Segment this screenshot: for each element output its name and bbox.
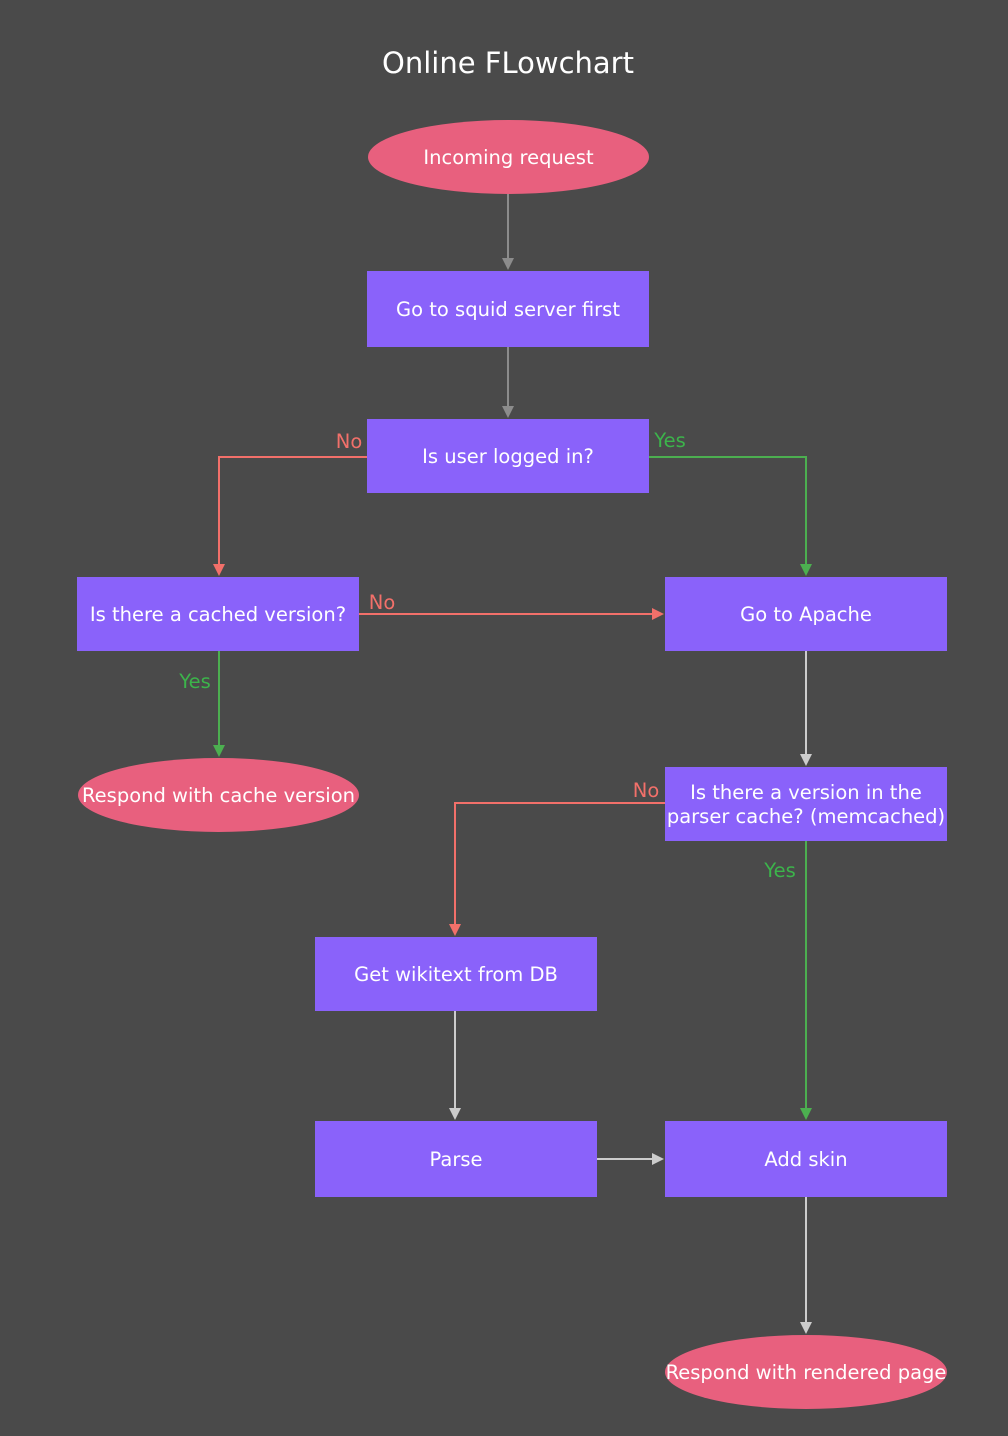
node-label: Get wikitext from DB — [354, 963, 558, 986]
edge-parser_cache-to-wikitext — [449, 802, 665, 936]
node-label: Respond with rendered page — [666, 1361, 947, 1384]
node-label: Is there a cached version? — [90, 603, 346, 626]
node-label: Respond with cache version — [82, 784, 355, 807]
process-shape — [665, 767, 947, 841]
edge-wikitext-to-parse — [449, 1011, 461, 1120]
arrowhead-icon — [449, 924, 461, 936]
edge-logged-to-cached — [213, 456, 367, 576]
node-parser-cache[interactable]: Is there a version in theparser cache? (… — [665, 767, 947, 841]
arrowhead-icon — [449, 1108, 461, 1120]
arrowhead-icon — [652, 608, 664, 620]
arrowhead-icon — [213, 745, 225, 757]
node-skin[interactable]: Add skin — [665, 1121, 947, 1197]
node-label: Is user logged in? — [422, 445, 594, 468]
flowchart-canvas: Online FLowchart Incoming request Go to s… — [77, 46, 947, 1409]
edge-cached-to-respond_cache — [213, 651, 225, 757]
node-label: Go to Apache — [740, 603, 872, 626]
node-label: Incoming request — [423, 146, 594, 169]
edge-logged-to-apache — [649, 456, 812, 576]
node-wikitext[interactable]: Get wikitext from DB — [315, 937, 597, 1011]
node-label: Go to squid server first — [396, 298, 620, 321]
connector-line — [649, 456, 807, 564]
arrowhead-icon — [800, 564, 812, 576]
edge-label-yes: Yes — [653, 429, 685, 452]
node-label: Is there a version in the — [690, 781, 922, 804]
edge-label-no: No — [336, 430, 363, 453]
edge-label-no: No — [369, 591, 396, 614]
edge-incoming-to-squid — [502, 194, 514, 270]
arrowhead-icon — [213, 564, 225, 576]
node-parse[interactable]: Parse — [315, 1121, 597, 1197]
node-label: parser cache? (memcached) — [667, 805, 945, 828]
edge-label-yes: Yes — [763, 859, 795, 882]
edge-skin-to-respond_rendered — [800, 1197, 812, 1334]
node-respond-cache[interactable]: Respond with cache version — [78, 758, 359, 832]
node-respond-rendered[interactable]: Respond with rendered page — [665, 1335, 947, 1409]
arrowhead-icon — [800, 754, 812, 766]
connector-line — [218, 456, 367, 564]
edge-cached-to-apache — [359, 608, 664, 620]
edge-label-yes: Yes — [178, 670, 210, 693]
nodes-layer: Incoming request Go to squid server first… — [77, 120, 947, 1409]
node-label: Add skin — [764, 1148, 847, 1171]
node-apache[interactable]: Go to Apache — [665, 577, 947, 651]
connector-line — [454, 802, 665, 924]
edge-squid-to-logged — [502, 347, 514, 418]
arrowhead-icon — [502, 406, 514, 418]
arrowhead-icon — [800, 1108, 812, 1120]
arrowhead-icon — [652, 1153, 664, 1165]
edge-parser_cache-to-skin — [800, 841, 812, 1120]
node-incoming[interactable]: Incoming request — [368, 120, 649, 194]
arrowhead-icon — [800, 1322, 812, 1334]
arrowhead-icon — [502, 258, 514, 270]
node-squid[interactable]: Go to squid server first — [367, 271, 649, 347]
node-cached[interactable]: Is there a cached version? — [77, 577, 359, 651]
chart-title: Online FLowchart — [382, 46, 634, 80]
edge-parse-to-skin — [597, 1153, 664, 1165]
node-logged[interactable]: Is user logged in? — [367, 419, 649, 493]
node-label: Parse — [429, 1148, 482, 1171]
edge-label-no: No — [633, 779, 660, 802]
edge-apache-to-parser_cache — [800, 651, 812, 766]
